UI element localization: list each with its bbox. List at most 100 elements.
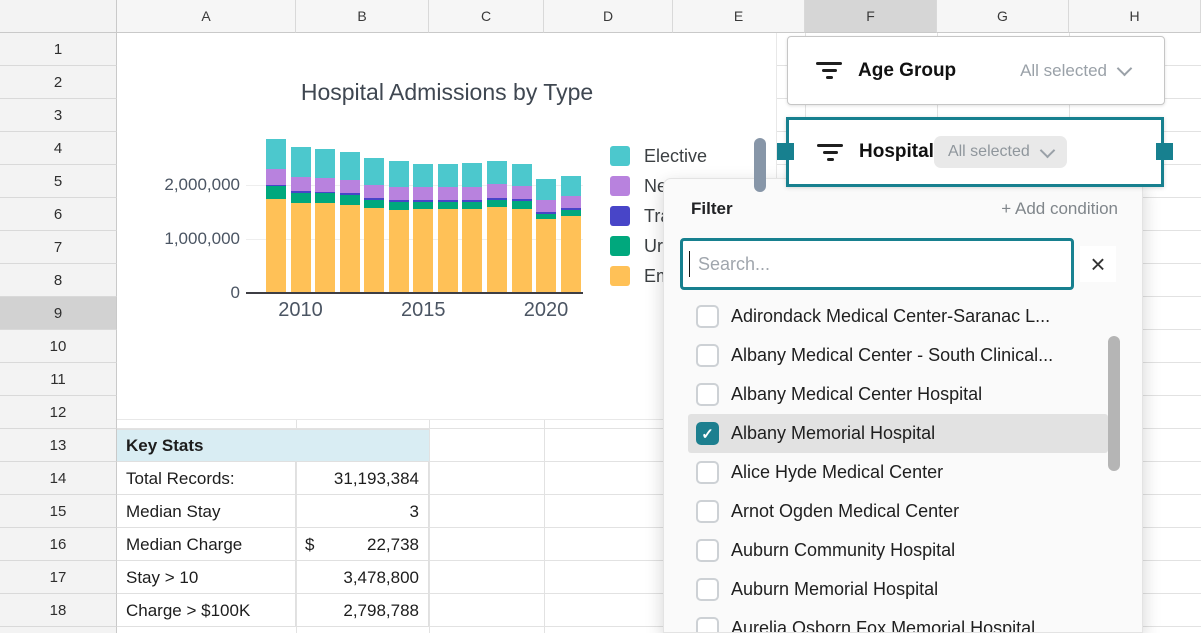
hospital-list-item[interactable]: Auburn Community Hospital xyxy=(688,531,1108,570)
bar-segment-newborn xyxy=(462,187,482,200)
row-header-16[interactable]: 16 xyxy=(0,528,117,561)
hospital-list-item[interactable]: ✓ Albany Memorial Hospital xyxy=(688,414,1108,453)
key-stats-value: 3 xyxy=(296,495,429,528)
checkbox-icon[interactable] xyxy=(696,500,719,523)
key-stats-value: $22,738 xyxy=(296,528,429,561)
row-header-17[interactable]: 17 xyxy=(0,561,117,594)
column-header-D[interactable]: D xyxy=(544,0,673,33)
chevron-down-icon xyxy=(1040,142,1056,158)
hospital-list-item[interactable]: Albany Medical Center Hospital xyxy=(688,375,1108,414)
bar-segment-newborn xyxy=(291,177,311,191)
checkbox-icon[interactable] xyxy=(696,617,719,633)
slicer-hospital[interactable]: Hospital All selected xyxy=(786,117,1164,187)
bar-segment-urgent xyxy=(512,201,532,209)
checkbox-icon[interactable] xyxy=(696,539,719,562)
key-stats-row: Median Charge$22,738 xyxy=(117,528,429,561)
column-header-A[interactable]: A xyxy=(117,0,296,33)
bar-2021 xyxy=(561,176,581,292)
list-scrollbar-thumb[interactable] xyxy=(1108,336,1120,471)
filter-panel-title: Filter xyxy=(691,199,733,219)
column-header-F[interactable]: F xyxy=(805,0,937,33)
checkbox-icon[interactable] xyxy=(696,461,719,484)
search-box xyxy=(680,238,1074,290)
column-header-H[interactable]: H xyxy=(1069,0,1201,33)
bar-2019 xyxy=(512,164,532,292)
selection-handle-left[interactable] xyxy=(777,143,794,160)
x-axis-tick: 2010 xyxy=(259,299,343,322)
row-header-14[interactable]: 14 xyxy=(0,462,117,495)
row-header-8[interactable]: 8 xyxy=(0,264,117,297)
bar-segment-newborn xyxy=(487,184,507,198)
slicer-age-group-status[interactable]: All selected xyxy=(1020,61,1130,81)
hospital-list-item[interactable]: Arnot Ogden Medical Center xyxy=(688,492,1108,531)
row-header-18[interactable]: 18 xyxy=(0,594,117,627)
bar-segment-elective xyxy=(413,164,433,187)
checkbox-icon[interactable] xyxy=(696,383,719,406)
column-header-C[interactable]: C xyxy=(429,0,544,33)
hospital-list-item-label: Adirondack Medical Center-Saranac L... xyxy=(731,306,1050,327)
chart-title: Hospital Admissions by Type xyxy=(117,79,777,106)
column-header-B[interactable]: B xyxy=(296,0,429,33)
column-header-G[interactable]: G xyxy=(937,0,1069,33)
checkbox-icon[interactable] xyxy=(696,344,719,367)
hospital-list-item-label: Alice Hyde Medical Center xyxy=(731,462,943,483)
selection-handle-right[interactable] xyxy=(1156,143,1173,160)
hospital-list-item-label: Auburn Community Hospital xyxy=(731,540,955,561)
checkbox-icon[interactable] xyxy=(696,578,719,601)
key-stats-label: Total Records: xyxy=(117,462,296,495)
row-header-19[interactable]: 19 xyxy=(0,627,117,633)
bar-segment-emergency xyxy=(536,219,556,292)
row-header-4[interactable]: 4 xyxy=(0,132,117,165)
bar-2015 xyxy=(413,164,433,293)
bar-segment-emergency xyxy=(315,203,335,292)
key-stats-label: Stay > 10 xyxy=(117,561,296,594)
y-axis-tick: 0 xyxy=(130,283,240,303)
slicer-hospital-status-text: All selected xyxy=(948,143,1030,161)
checkbox-checked-icon[interactable]: ✓ xyxy=(696,422,719,445)
key-stats-row: Median Stay3 xyxy=(117,495,429,528)
row-header-3[interactable]: 3 xyxy=(0,99,117,132)
sheet-corner-cell[interactable] xyxy=(0,0,117,33)
hospital-list-item[interactable]: Aurelia Osborn Fox Memorial Hospital xyxy=(688,609,1108,633)
row-header-6[interactable]: 6 xyxy=(0,198,117,231)
hospital-list-item[interactable]: Albany Medical Center - South Clinical..… xyxy=(688,336,1108,375)
bar-segment-elective xyxy=(315,149,335,178)
row-header-10[interactable]: 10 xyxy=(0,330,117,363)
row-header-7[interactable]: 7 xyxy=(0,231,117,264)
bar-2018 xyxy=(487,161,507,292)
slicer-age-group[interactable]: Age Group All selected xyxy=(787,36,1165,105)
row-header-13[interactable]: 13 xyxy=(0,429,117,462)
bar-segment-urgent xyxy=(438,202,458,209)
bar-segment-newborn xyxy=(266,169,286,185)
chevron-down-icon xyxy=(1117,61,1133,77)
bar-segment-elective xyxy=(487,161,507,184)
hospital-list-item-label: Aurelia Osborn Fox Memorial Hospital xyxy=(731,618,1035,633)
close-button[interactable]: × xyxy=(1080,246,1116,282)
row-header-5[interactable]: 5 xyxy=(0,165,117,198)
column-header-E[interactable]: E xyxy=(673,0,805,33)
key-stats-row: Charge > $100K2,798,788 xyxy=(117,594,429,627)
search-input[interactable] xyxy=(690,254,1071,275)
row-header-11[interactable]: 11 xyxy=(0,363,117,396)
row-header-1[interactable]: 1 xyxy=(0,33,117,66)
slicer-hospital-label: Hospital xyxy=(859,141,934,163)
bar-segment-urgent xyxy=(291,193,311,204)
bar-2017 xyxy=(462,163,482,292)
checkbox-icon[interactable] xyxy=(696,305,719,328)
y-axis-tick: 2,000,000 xyxy=(130,175,240,195)
key-stats-row: Stay > 103,478,800 xyxy=(117,561,429,594)
bar-segment-elective xyxy=(561,176,581,195)
hospital-list-item[interactable]: Auburn Memorial Hospital xyxy=(688,570,1108,609)
add-condition-button[interactable]: + Add condition xyxy=(1001,199,1118,219)
hospital-list-item-label: Albany Memorial Hospital xyxy=(731,423,935,444)
key-stats-number: 2,798,788 xyxy=(343,601,419,621)
scrollbar-thumb[interactable] xyxy=(754,138,766,192)
hospital-list-item[interactable]: Alice Hyde Medical Center xyxy=(688,453,1108,492)
row-header-2[interactable]: 2 xyxy=(0,66,117,99)
row-header-9[interactable]: 9 xyxy=(0,297,117,330)
hospital-list-item[interactable]: Adirondack Medical Center-Saranac L... xyxy=(688,297,1108,336)
row-header-15[interactable]: 15 xyxy=(0,495,117,528)
row-header-12[interactable]: 12 xyxy=(0,396,117,429)
y-axis-tick: 1,000,000 xyxy=(130,229,240,249)
slicer-hospital-status[interactable]: All selected xyxy=(934,136,1067,168)
